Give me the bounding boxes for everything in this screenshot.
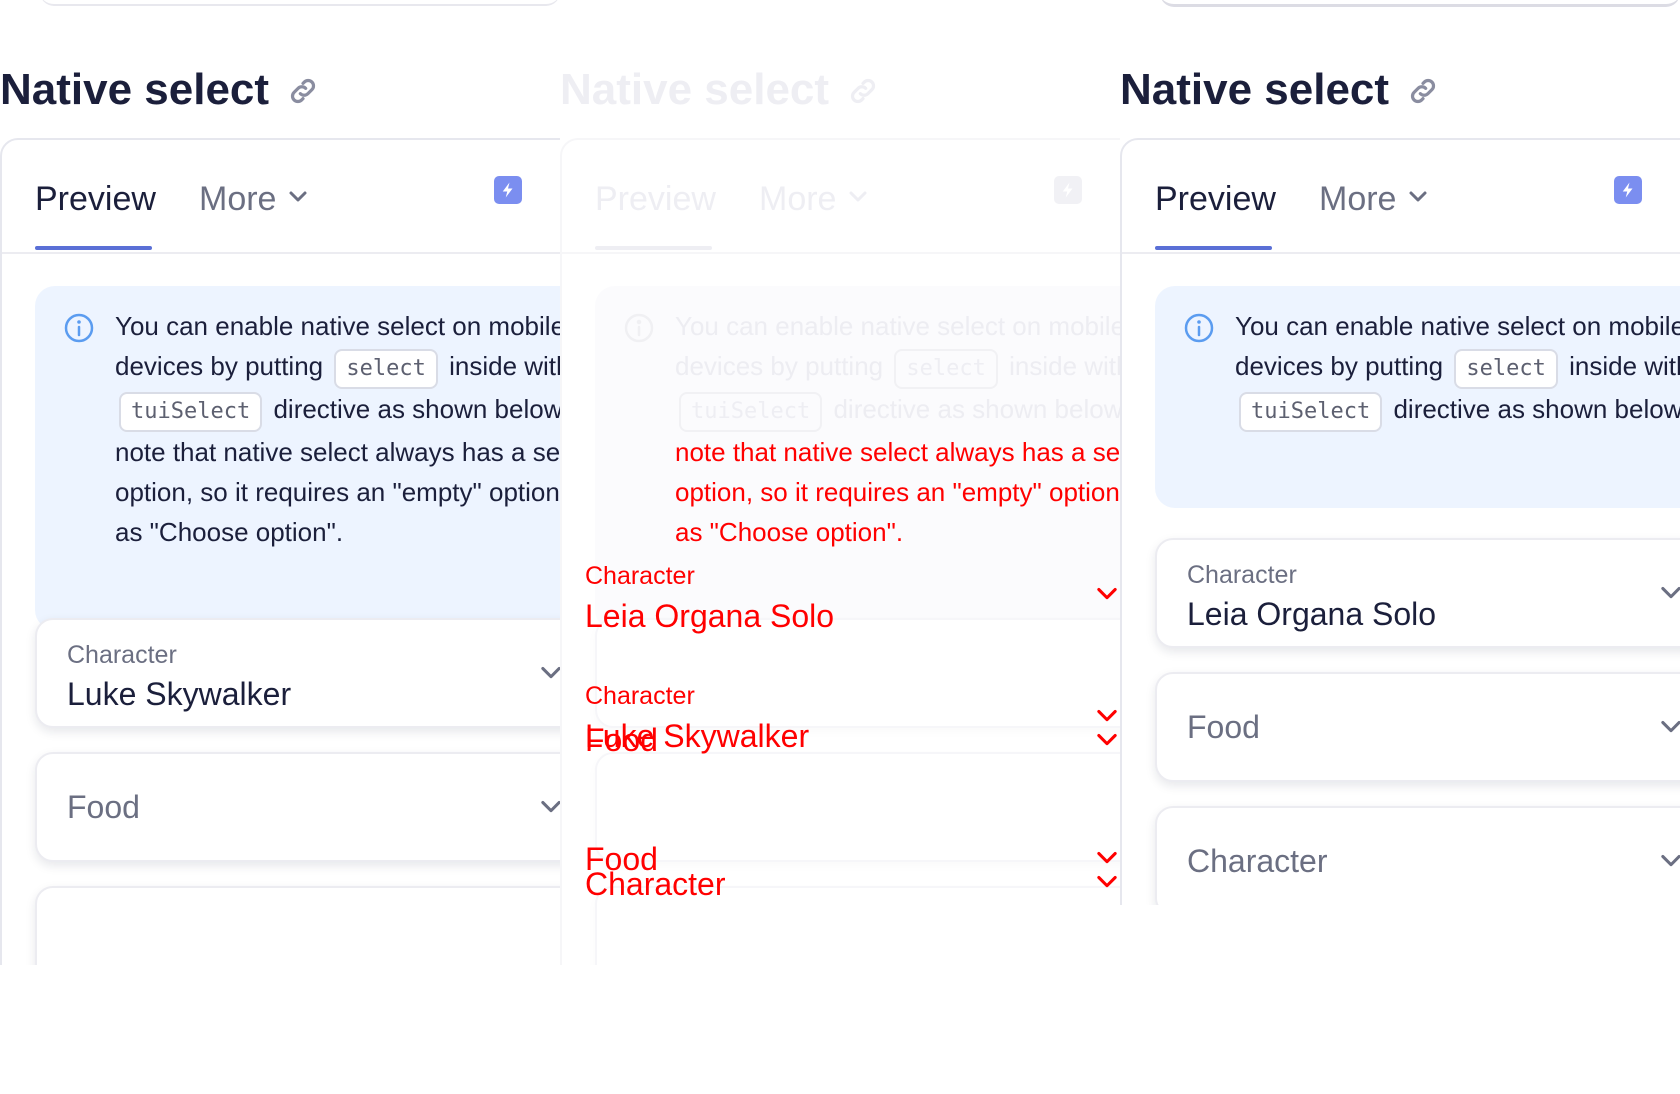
tab-more-label: More: [759, 180, 837, 218]
field-placeholder: Food: [1187, 709, 1260, 745]
panel-before: Native select Preview More You can enabl…: [0, 0, 560, 965]
tab-preview[interactable]: Preview: [595, 178, 716, 220]
select-character[interactable]: Character Leia Organa Solo: [1155, 538, 1680, 648]
chevron-down-icon: [541, 800, 560, 813]
code-tuiselect: tuiSelect: [679, 392, 823, 432]
panel-diff: Native select Preview More You can enabl…: [560, 0, 1120, 965]
notice-line2b: directive as shown below: [1393, 394, 1680, 424]
diff-food-a: Food: [585, 722, 658, 758]
demo-card: Preview More You can enable native selec…: [0, 138, 560, 965]
section-title: Native select: [560, 62, 879, 118]
notice-line2a: inside with: [449, 351, 560, 381]
chevron-down-icon: [541, 666, 560, 679]
field-placeholder: Character: [1187, 843, 1328, 879]
chevron-down-icon: [1661, 854, 1680, 867]
notice-line2a: inside with: [1009, 351, 1120, 381]
bolt-icon: [1622, 182, 1633, 198]
stackblitz-button[interactable]: [1614, 176, 1642, 204]
tab-more[interactable]: More: [759, 178, 870, 220]
select-character[interactable]: Character Luke Skywalker: [35, 618, 560, 728]
chevron-down-icon: [289, 191, 307, 202]
info-icon: [64, 313, 94, 343]
bolt-icon: [1062, 182, 1073, 198]
notice-line2b-faded: directive as shown below: [833, 394, 1120, 424]
chevron-down-icon: [1097, 587, 1117, 600]
chevron-down-icon: [1661, 720, 1680, 733]
tab-more-label: More: [199, 180, 277, 218]
tab-bar: Preview More: [562, 140, 1120, 254]
field-value: Luke Skywalker: [67, 676, 292, 712]
select-food[interactable]: Food: [1155, 672, 1680, 782]
code-select: select: [1454, 349, 1558, 389]
notice-text: You can enable native select on mobile d…: [115, 306, 560, 552]
diff-character-label-b: Character: [585, 682, 695, 710]
active-tab-indicator: [1155, 246, 1272, 250]
notice-line2a: inside with: [1569, 351, 1680, 381]
active-tab-indicator: [35, 246, 152, 250]
notice-text: You can enable native select on mobile d…: [675, 306, 1120, 552]
field-value: Leia Organa Solo: [1187, 596, 1437, 632]
tab-more[interactable]: More: [1319, 178, 1430, 220]
select-extra[interactable]: [35, 886, 560, 965]
tab-more[interactable]: More: [199, 178, 310, 220]
info-icon: [1184, 313, 1214, 343]
field-placeholder: Food: [67, 789, 140, 825]
diff-character-value-a: Leia Organa Solo: [585, 598, 835, 634]
diff-character-c: Character: [585, 866, 726, 902]
top-card-edge: [40, 0, 560, 6]
field-label: Character: [67, 641, 177, 669]
top-card-edge: [1160, 0, 1680, 7]
info-notification: You can enable native select on mobile d…: [1155, 286, 1680, 508]
diff-character-label-a: Character: [585, 562, 695, 590]
select-food[interactable]: [595, 752, 1120, 862]
chevron-down-icon: [1409, 191, 1427, 202]
notice-text: You can enable native select on mobile d…: [1235, 306, 1680, 432]
tab-bar: Preview More: [1122, 140, 1680, 254]
bolt-icon: [502, 182, 513, 198]
demo-card: Preview More You can enable native selec…: [1120, 138, 1680, 905]
section-title-text: Native select: [560, 65, 830, 114]
panel-after: Native select Preview More You can enabl…: [1120, 0, 1680, 905]
stackblitz-button[interactable]: [494, 176, 522, 204]
link-icon[interactable]: [847, 75, 879, 107]
select-character-2[interactable]: Character: [1155, 806, 1680, 905]
chevron-down-icon: [849, 191, 867, 202]
section-title: Native select: [1120, 62, 1439, 118]
tab-more-label: More: [1319, 180, 1397, 218]
tab-preview[interactable]: Preview: [35, 178, 156, 220]
field-label: Character: [1187, 561, 1297, 589]
active-tab-indicator: [595, 246, 712, 250]
link-icon[interactable]: [287, 75, 319, 107]
code-tuiselect: tuiSelect: [119, 392, 263, 432]
code-select: select: [334, 349, 438, 389]
tab-bar: Preview More: [2, 140, 560, 254]
section-title: Native select: [0, 62, 319, 118]
info-notification: You can enable native select on mobile d…: [35, 286, 560, 630]
code-tuiselect: tuiSelect: [1239, 392, 1383, 432]
select-food[interactable]: Food: [35, 752, 560, 862]
chevron-down-icon: [1097, 733, 1117, 746]
stackblitz-button[interactable]: [1054, 176, 1082, 204]
code-select: select: [894, 349, 998, 389]
chevron-down-icon: [1097, 875, 1117, 888]
tab-preview[interactable]: Preview: [1155, 178, 1276, 220]
section-title-text: Native select: [0, 65, 270, 114]
info-icon: [624, 313, 654, 343]
section-title-text: Native select: [1120, 65, 1390, 114]
link-icon[interactable]: [1407, 75, 1439, 107]
chevron-down-icon: [1661, 586, 1680, 599]
